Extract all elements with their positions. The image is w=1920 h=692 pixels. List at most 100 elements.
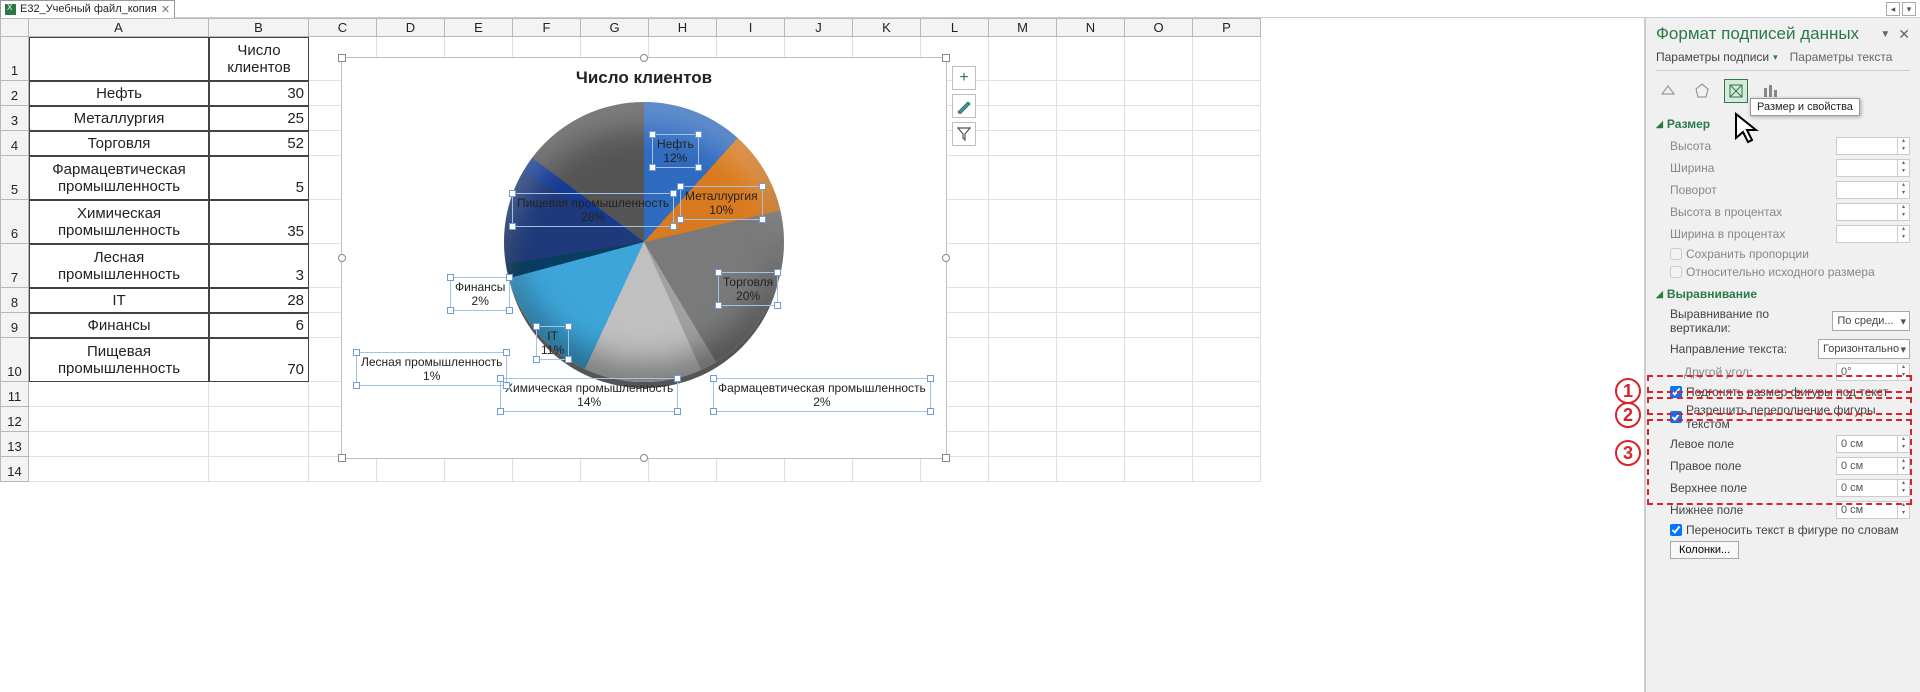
cell[interactable]: Фармацевтическая промышленность [29, 156, 209, 200]
row-header[interactable]: 3 [0, 106, 29, 131]
data-label[interactable]: Пищевая промышленность28% [512, 193, 674, 227]
cell[interactable] [1125, 200, 1193, 244]
row-header[interactable]: 14 [0, 457, 29, 482]
cell[interactable] [1057, 382, 1125, 407]
cell[interactable]: Химическая промышленность [29, 200, 209, 244]
checkbox-relative-original[interactable]: Относительно исходного размера [1670, 265, 1875, 279]
cell[interactable] [1125, 407, 1193, 432]
select-all-corner[interactable] [0, 18, 29, 37]
cell[interactable] [1193, 457, 1261, 482]
cell[interactable] [1193, 382, 1261, 407]
cell[interactable] [989, 382, 1057, 407]
cell[interactable] [1057, 338, 1125, 382]
column-header[interactable]: P [1193, 18, 1261, 37]
cell[interactable] [1125, 156, 1193, 200]
column-header[interactable]: D [377, 18, 445, 37]
data-label[interactable]: Торговля20% [718, 272, 778, 306]
data-label[interactable]: Лесная промышленность1% [356, 352, 507, 386]
cell[interactable] [1193, 288, 1261, 313]
cell[interactable] [209, 382, 309, 407]
cell[interactable] [717, 457, 785, 482]
cell[interactable] [1057, 81, 1125, 106]
cell[interactable] [209, 457, 309, 482]
cell[interactable] [29, 407, 209, 432]
row-header[interactable]: 13 [0, 432, 29, 457]
cell[interactable] [989, 313, 1057, 338]
column-header[interactable]: G [581, 18, 649, 37]
cell[interactable]: 6 [209, 313, 309, 338]
cell[interactable]: 28 [209, 288, 309, 313]
cell[interactable]: Пищевая промышленность [29, 338, 209, 382]
column-header[interactable]: B [209, 18, 309, 37]
row-header[interactable]: 9 [0, 313, 29, 338]
cell[interactable] [29, 432, 209, 457]
column-header[interactable]: E [445, 18, 513, 37]
cell[interactable] [209, 432, 309, 457]
cell[interactable] [1057, 106, 1125, 131]
cell[interactable]: 30 [209, 81, 309, 106]
cell[interactable] [1125, 432, 1193, 457]
tab-scroll-left[interactable]: ◂ [1886, 2, 1900, 16]
cell[interactable] [1125, 288, 1193, 313]
checkbox-lock-ratio[interactable]: Сохранить пропорции [1670, 247, 1809, 261]
cell[interactable]: Число клиентов [209, 37, 309, 81]
data-label[interactable]: IT11% [536, 326, 569, 360]
chart-title[interactable]: Число клиентов [342, 58, 946, 92]
cell[interactable] [1057, 156, 1125, 200]
cell[interactable] [1125, 244, 1193, 288]
cell[interactable] [1193, 407, 1261, 432]
chart-filter-button[interactable] [952, 122, 976, 146]
cell[interactable] [989, 81, 1057, 106]
close-panel-icon[interactable]: ✕ [1898, 26, 1910, 43]
cell[interactable] [1057, 432, 1125, 457]
section-alignment[interactable]: Выравнивание [1656, 281, 1910, 305]
cell[interactable] [1125, 37, 1193, 81]
cell[interactable] [989, 244, 1057, 288]
row-header[interactable]: 1 [0, 37, 29, 81]
cell[interactable] [1125, 106, 1193, 131]
cell[interactable] [445, 457, 513, 482]
tab-scroll-down[interactable]: ▾ [1902, 2, 1916, 16]
cell[interactable] [29, 457, 209, 482]
cell[interactable] [1193, 338, 1261, 382]
row-header[interactable]: 12 [0, 407, 29, 432]
panel-dropdown-icon[interactable]: ▼ [1880, 29, 1890, 40]
size-properties-icon[interactable] [1724, 79, 1748, 103]
cell[interactable] [1057, 313, 1125, 338]
cell[interactable] [1193, 244, 1261, 288]
cell[interactable] [1057, 407, 1125, 432]
cell[interactable] [1193, 432, 1261, 457]
column-header[interactable]: O [1125, 18, 1193, 37]
cell[interactable] [1057, 37, 1125, 81]
row-header[interactable]: 5 [0, 156, 29, 200]
column-header[interactable]: L [921, 18, 989, 37]
cell[interactable] [1057, 244, 1125, 288]
column-header[interactable]: F [513, 18, 581, 37]
cell[interactable] [989, 338, 1057, 382]
cell[interactable] [377, 457, 445, 482]
row-header[interactable]: 8 [0, 288, 29, 313]
cell[interactable]: Металлургия [29, 106, 209, 131]
input-custom-angle[interactable]: 0°▴▾ [1836, 363, 1910, 381]
cell[interactable] [1193, 37, 1261, 81]
cell[interactable]: Торговля [29, 131, 209, 156]
cell[interactable] [1057, 200, 1125, 244]
input-left-margin[interactable]: 0 см▴▾ [1836, 435, 1910, 453]
tab-label-options[interactable]: Параметры подписи ▾ [1656, 50, 1778, 64]
cell[interactable] [1057, 457, 1125, 482]
cell[interactable]: 5 [209, 156, 309, 200]
chart-styles-button[interactable] [952, 94, 976, 118]
tab-text-options[interactable]: Параметры текста [1790, 50, 1893, 64]
data-label[interactable]: Финансы2% [450, 277, 510, 311]
cell[interactable] [1125, 81, 1193, 106]
column-header[interactable]: N [1057, 18, 1125, 37]
fill-line-icon[interactable] [1656, 79, 1680, 103]
effects-icon[interactable] [1690, 79, 1714, 103]
column-header[interactable]: H [649, 18, 717, 37]
checkbox-allow-overflow[interactable]: Разрешить переполнение фигуры текстом [1670, 403, 1910, 431]
column-header[interactable]: K [853, 18, 921, 37]
cell[interactable] [1193, 200, 1261, 244]
cell[interactable] [1193, 81, 1261, 106]
cell[interactable]: 35 [209, 200, 309, 244]
cell[interactable] [1057, 288, 1125, 313]
